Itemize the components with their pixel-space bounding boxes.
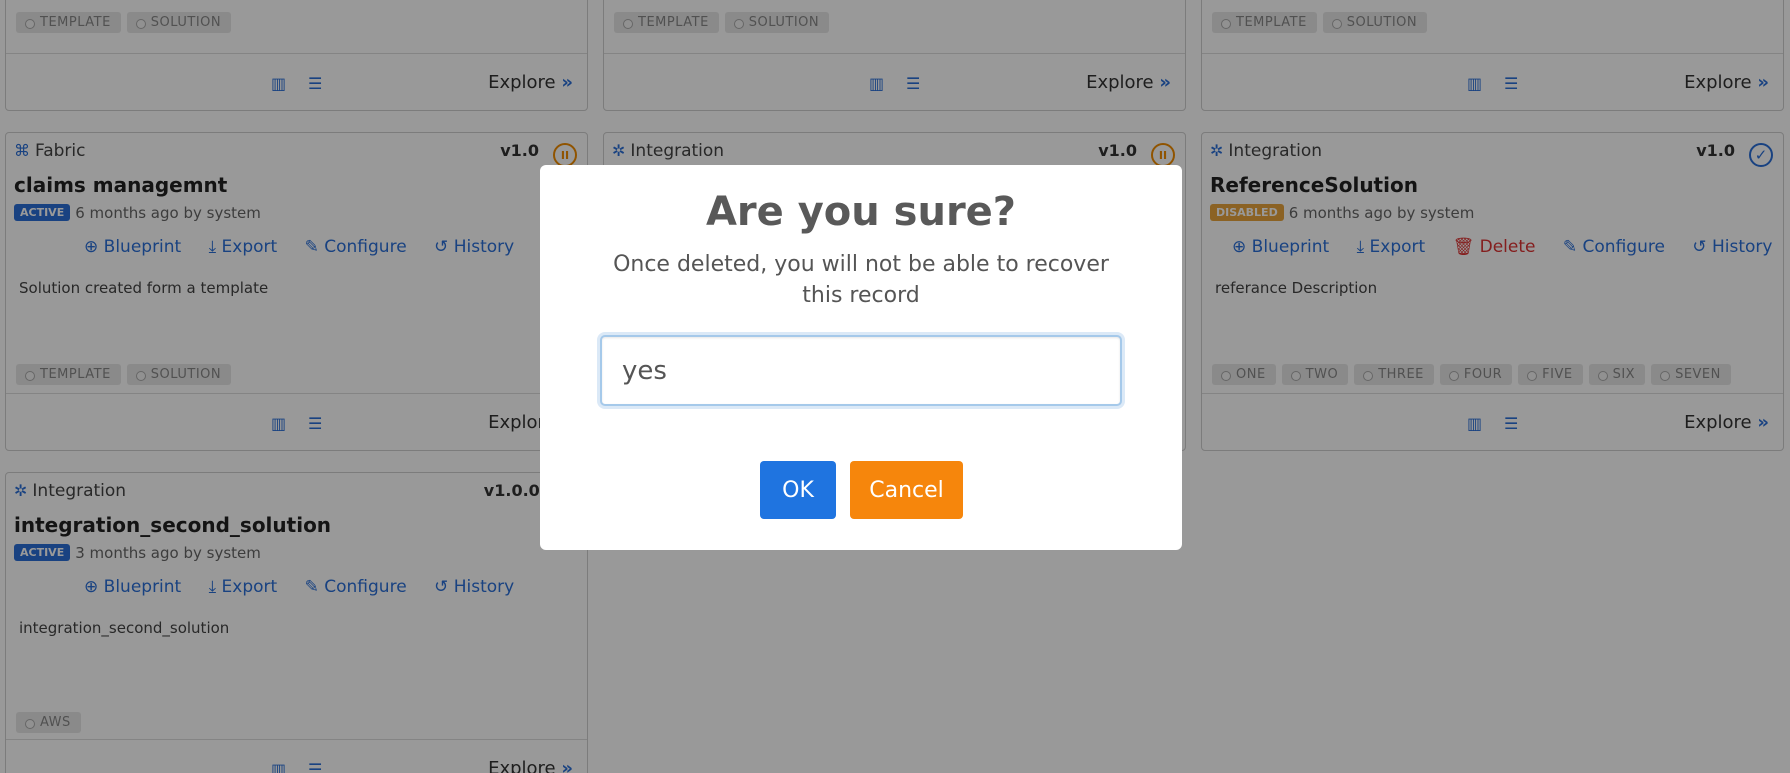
cancel-button[interactable]: Cancel: [850, 461, 963, 519]
confirm-input[interactable]: [600, 335, 1122, 406]
ok-button[interactable]: OK: [760, 461, 836, 519]
dialog-title: Are you sure?: [705, 189, 1017, 235]
dialog-message: Once deleted, you will not be able to re…: [613, 252, 1109, 308]
confirm-dialog: Are you sure? Once deleted, you will not…: [540, 165, 1182, 550]
